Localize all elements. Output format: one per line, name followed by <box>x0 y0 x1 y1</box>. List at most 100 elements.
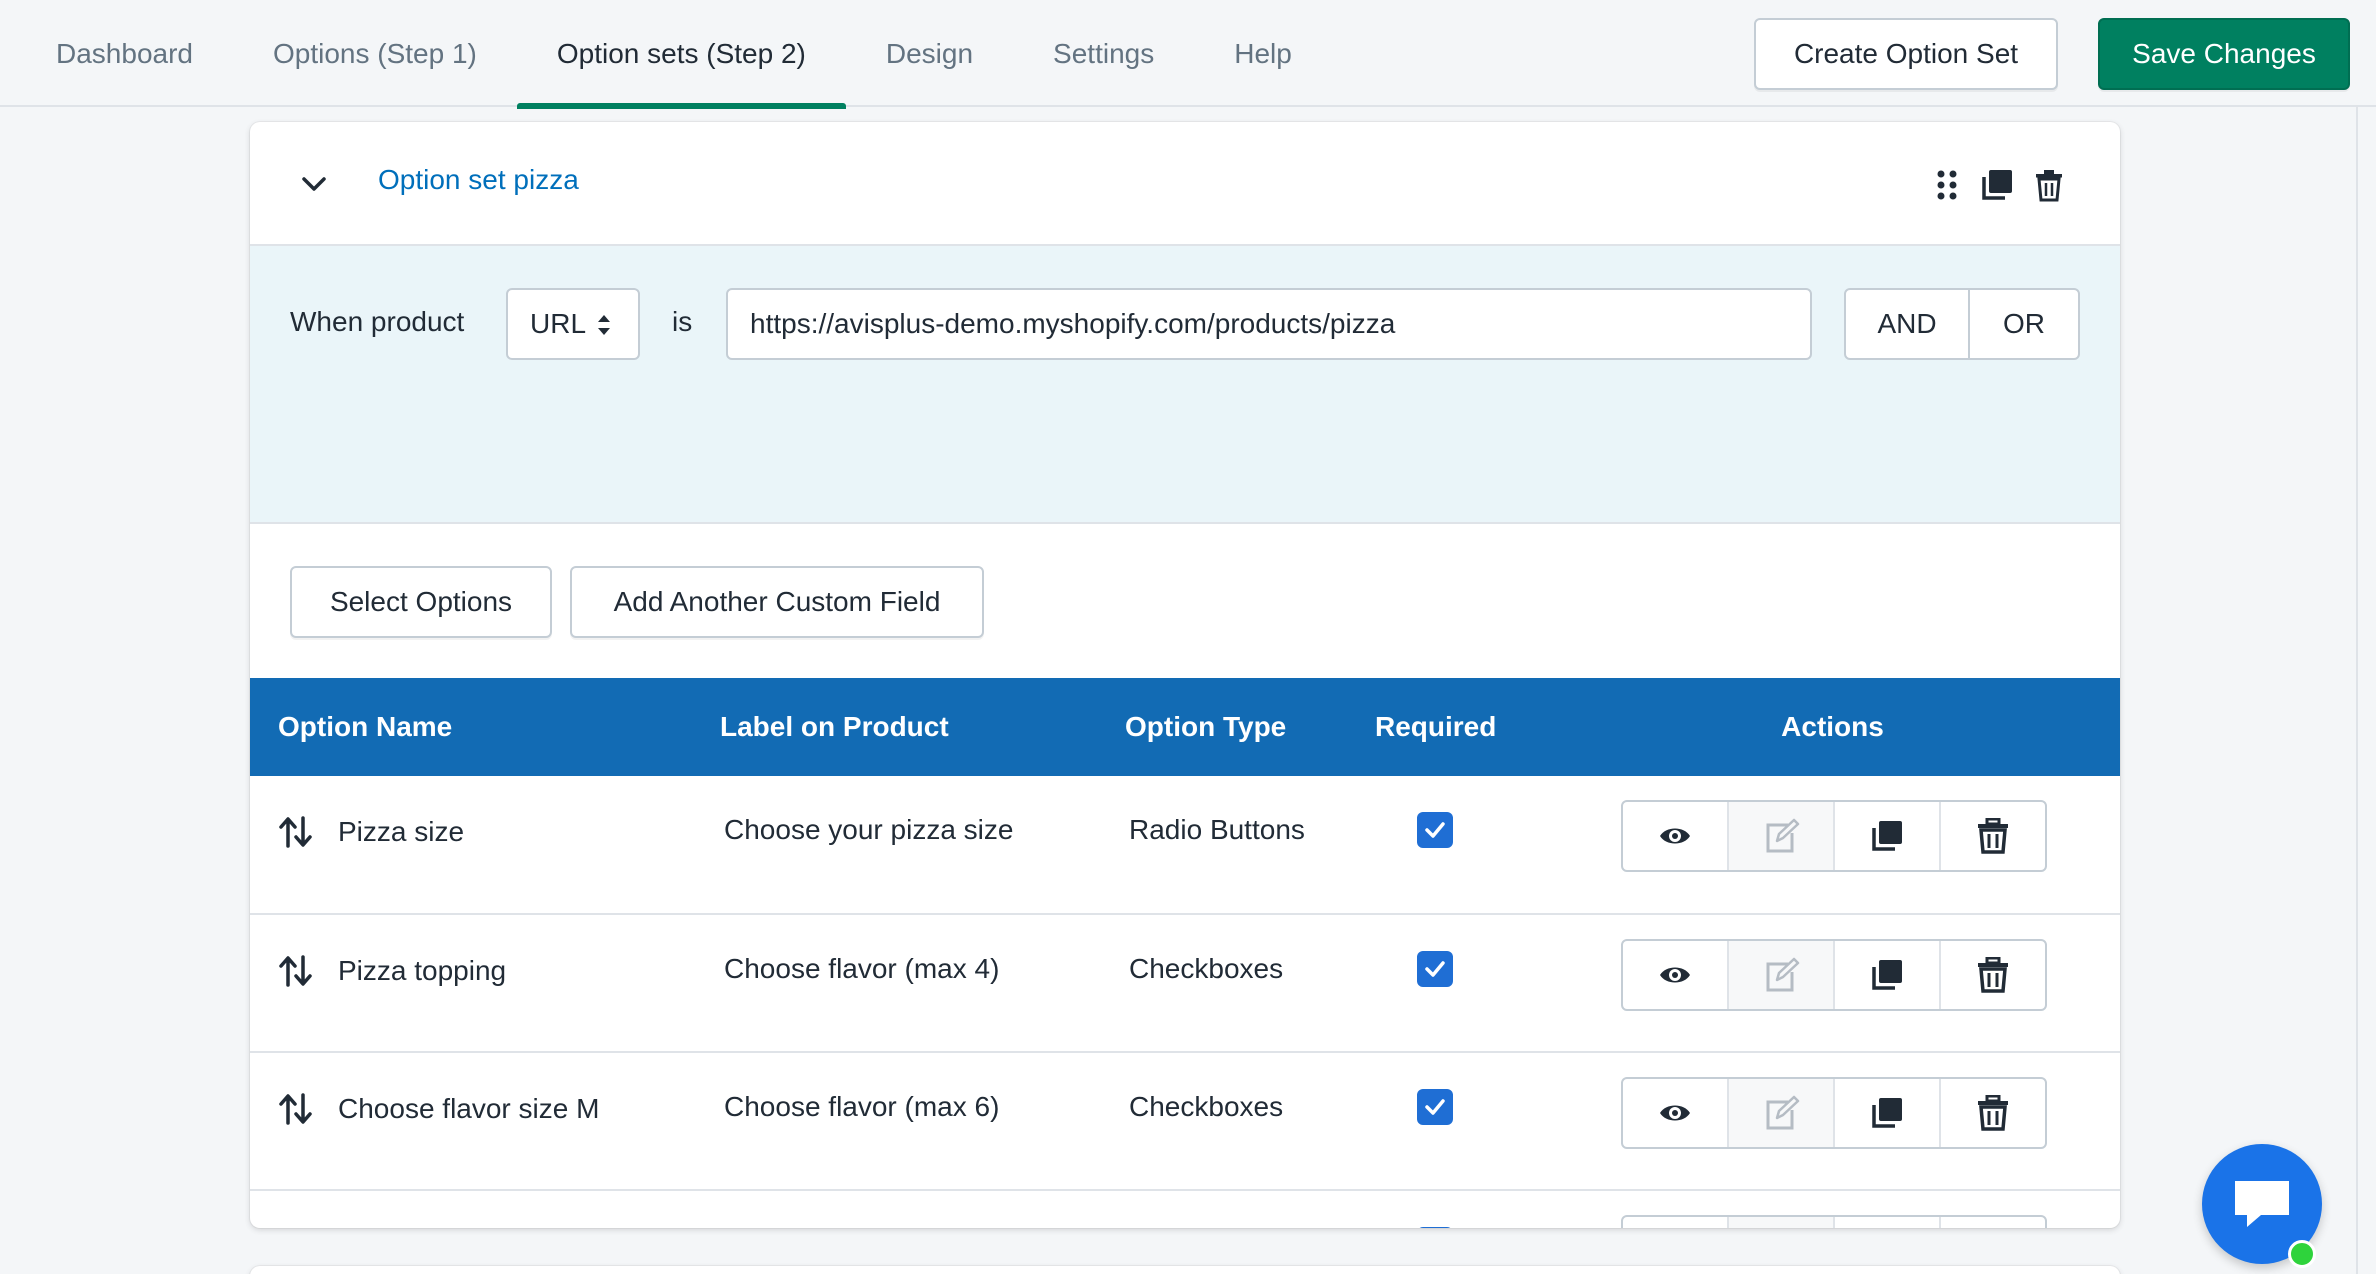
tab-options-step-1[interactable]: Options (Step 1) <box>233 0 517 107</box>
preview-button[interactable] <box>1623 802 1729 870</box>
row-actions <box>1621 1215 2047 1228</box>
save-changes-button[interactable]: Save Changes <box>2098 18 2350 90</box>
create-option-set-button[interactable]: Create Option Set <box>1754 18 2058 90</box>
edit-button[interactable] <box>1729 802 1835 870</box>
select-arrows-icon <box>598 315 610 335</box>
delete-button[interactable] <box>1941 1079 2045 1147</box>
actions-cell <box>1615 776 2120 914</box>
duplicate-button[interactable] <box>1835 941 1941 1009</box>
option-type: Checkboxes <box>1129 953 1284 984</box>
tab-option-sets-step-2[interactable]: Option sets (Step 2) <box>516 0 846 109</box>
option-set-title[interactable]: Option set pizza <box>378 164 579 196</box>
edit-icon <box>1766 818 1800 853</box>
edit-icon <box>1766 1095 1800 1130</box>
duplicate-button[interactable] <box>1835 1217 1941 1228</box>
condition-field-value: URL <box>530 308 587 339</box>
tab-dashboard[interactable]: Dashboard <box>0 0 233 107</box>
table-row: Pizza topping Choose flavor (max 4) Chec… <box>250 914 2120 1052</box>
chat-bubble-icon <box>2235 1181 2289 1227</box>
condition-operator: is <box>672 306 693 337</box>
duplicate-icon <box>1872 821 1902 851</box>
sort-icon[interactable] <box>278 953 314 989</box>
option-name: Pizza topping <box>338 955 507 986</box>
table-row: Choose flavor size M Choose flavor (max … <box>250 1052 2120 1190</box>
required-cell <box>1375 914 1615 1052</box>
option-actions-row: Select Options Add Another Custom Field <box>250 524 2120 678</box>
duplicate-icon <box>1872 1098 1902 1128</box>
option-name-wrap: Pizza topping <box>278 953 720 989</box>
online-status-dot <box>2288 1240 2316 1268</box>
option-set-header: Option set pizza <box>250 122 2120 246</box>
column-header-label: Label on Product <box>720 711 949 742</box>
or-button[interactable]: OR <box>1968 288 2080 360</box>
duplicate-icon <box>1872 960 1902 990</box>
condition-prefix: When product <box>290 306 465 337</box>
condition-url-input[interactable] <box>726 288 1812 360</box>
drag-handle-icon[interactable] <box>1930 168 1964 202</box>
tab-help[interactable]: Help <box>1194 0 1332 107</box>
column-header-required: Required <box>1375 711 1497 742</box>
duplicate-icon[interactable] <box>1980 168 2014 202</box>
column-header-actions: Actions <box>1781 711 1884 742</box>
option-name-cell: Choose flavor size M <box>250 1052 720 1190</box>
add-custom-field-button[interactable]: Add Another Custom Field <box>570 566 984 638</box>
row-actions <box>1621 1077 2047 1149</box>
duplicate-button[interactable] <box>1835 802 1941 870</box>
top-navigation: Dashboard Options (Step 1) Option sets (… <box>0 0 2376 109</box>
chevron-down-icon[interactable] <box>298 168 330 200</box>
trash-icon[interactable] <box>2032 168 2066 202</box>
option-type: Checkboxes <box>1125 1190 1375 1228</box>
option-type: Checkboxes <box>1129 1091 1284 1122</box>
next-option-set-card <box>250 1266 2120 1274</box>
required-checkbox[interactable] <box>1417 951 1453 987</box>
column-header-option-type: Option Type <box>1125 711 1287 742</box>
option-name: Choose flavor size M <box>338 1093 600 1124</box>
option-name-cell: Pizza topping <box>250 914 720 1052</box>
option-name-wrap: Pizza size <box>278 814 720 850</box>
condition-field-select[interactable]: URL <box>506 288 640 360</box>
required-checkbox[interactable] <box>1417 1227 1453 1228</box>
required-checkbox[interactable] <box>1417 812 1453 848</box>
eye-icon <box>1660 828 1690 844</box>
label-on-product: Choose flavor (max 4) <box>724 953 1000 984</box>
edit-button[interactable] <box>1729 1217 1835 1228</box>
preview-button[interactable] <box>1623 941 1729 1009</box>
option-type: Radio Buttons <box>1129 814 1305 845</box>
tab-settings[interactable]: Settings <box>1013 0 1194 107</box>
edit-button[interactable] <box>1729 941 1835 1009</box>
table-header-row: Option Name Label on Product Option Type… <box>250 678 2120 776</box>
label-on-product: Choose flavor (max 6) <box>724 1091 1000 1122</box>
eye-icon <box>1660 967 1690 983</box>
required-cell <box>1375 1052 1615 1190</box>
label-on-product: Choose your pizza size <box>724 814 1014 845</box>
eye-icon <box>1660 1105 1690 1121</box>
sort-icon[interactable] <box>278 814 314 850</box>
option-name: Pizza size <box>338 816 465 847</box>
row-actions <box>1621 939 2047 1011</box>
delete-button[interactable] <box>1941 1217 2045 1228</box>
option-name-cell: Pizza size <box>250 776 720 914</box>
option-name-wrap: Choose flavor size M <box>278 1091 720 1127</box>
preview-button[interactable] <box>1623 1079 1729 1147</box>
actions-cell <box>1615 1052 2120 1190</box>
options-table: Option Name Label on Product Option Type… <box>250 678 2120 1228</box>
required-checkbox[interactable] <box>1417 1089 1453 1125</box>
checkmark-icon <box>1425 1099 1445 1115</box>
edit-button[interactable] <box>1729 1079 1835 1147</box>
checkmark-icon <box>1425 822 1445 838</box>
sort-icon[interactable] <box>278 1091 314 1127</box>
preview-button[interactable] <box>1623 1217 1729 1228</box>
required-cell <box>1375 1190 1615 1228</box>
table-row: Choose flavor (max 8) Choose flavor (max… <box>250 1190 2120 1228</box>
trash-icon <box>1978 818 2008 854</box>
table-row: Pizza size Choose your pizza size Radio … <box>250 776 2120 914</box>
duplicate-button[interactable] <box>1835 1079 1941 1147</box>
tab-design[interactable]: Design <box>846 0 1013 107</box>
actions-cell <box>1615 1190 2120 1228</box>
and-button[interactable]: AND <box>1844 288 1970 360</box>
delete-button[interactable] <box>1941 802 2045 870</box>
delete-button[interactable] <box>1941 941 2045 1009</box>
select-options-button[interactable]: Select Options <box>290 566 552 638</box>
trash-icon <box>1978 1095 2008 1131</box>
label-on-product: Choose flavor (max 8) <box>720 1190 1125 1228</box>
